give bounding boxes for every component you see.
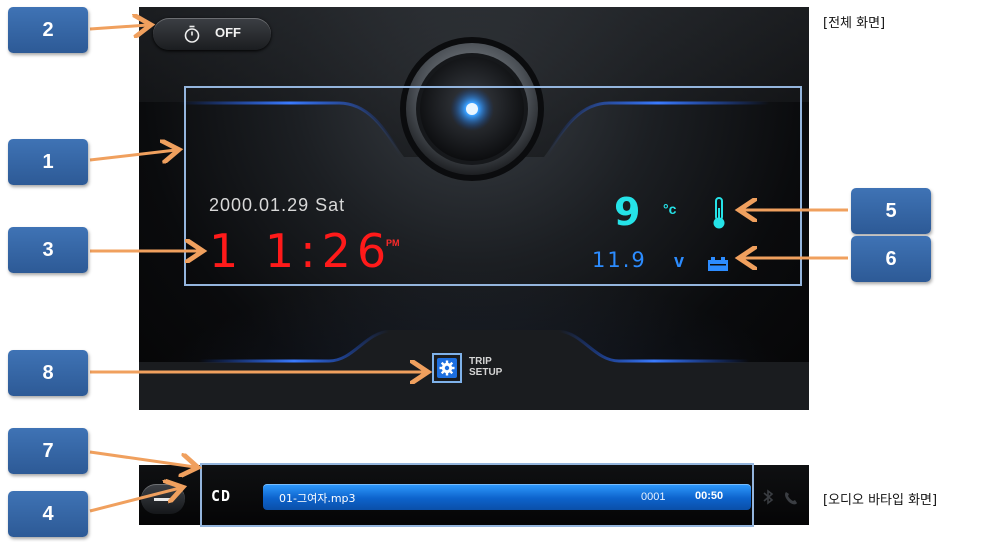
- phone-icon: [785, 492, 797, 505]
- audio-bar-frame: [200, 463, 754, 527]
- stopwatch-icon: [184, 25, 200, 43]
- full-screen-caption: [전체 화면]: [823, 16, 886, 31]
- callout-5: 5: [851, 188, 931, 234]
- trip-setup-label: TRIP SETUP: [469, 356, 502, 378]
- timer-state-label: OFF: [215, 25, 241, 40]
- callout-6: 6: [851, 236, 931, 282]
- callout-8: 8: [8, 350, 88, 396]
- callout-3: 3: [8, 227, 88, 273]
- trip-setup-button[interactable]: [432, 353, 462, 383]
- minus-icon: [154, 498, 172, 501]
- callout-1: 1: [8, 139, 88, 185]
- trip-setup-label-line1: TRIP: [469, 356, 492, 367]
- callout-7: 7: [8, 428, 88, 474]
- minimize-button[interactable]: [141, 484, 185, 514]
- timer-off-button[interactable]: OFF: [153, 18, 271, 50]
- info-area-frame: [184, 86, 802, 286]
- audio-bar-caption: [오디오 바타입 화면]: [823, 493, 938, 508]
- callout-4: 4: [8, 491, 88, 537]
- trip-setup-label-line2: SETUP: [469, 367, 503, 378]
- gear-icon: [437, 358, 457, 378]
- bluetooth-icon: [763, 489, 774, 505]
- callout-2: 2: [8, 7, 88, 53]
- bluetooth-phone-icons: [763, 489, 797, 505]
